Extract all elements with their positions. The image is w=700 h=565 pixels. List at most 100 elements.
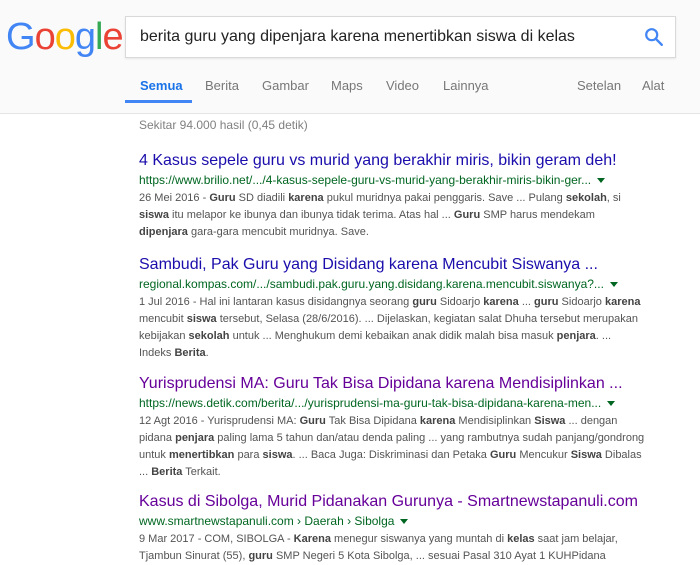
result-title-link[interactable]: Yurisprudensi MA: Guru Tak Bisa Dipidana… — [139, 374, 699, 393]
snippet-keyword: sekolah — [188, 330, 230, 342]
snippet-line: Indeks Berita. — [139, 345, 699, 362]
snippet-text: Terkait. — [182, 466, 221, 478]
snippet-text: itu melapor ke ibunya dan ibunya tidak t… — [168, 209, 454, 221]
snippet-text: . ... Baca Juga: Diskriminasi dan Petaka — [292, 449, 490, 461]
result-snippet: 9 Mar 2017 - COM, SIBOLGA - Karena meneg… — [139, 531, 699, 565]
snippet-text: para — [234, 449, 263, 461]
snippet-text: tersebut, Selasa (28/6/2016). ... Dijela… — [216, 313, 638, 325]
snippet-keyword: Guru — [209, 192, 236, 204]
snippet-line: 26 Mei 2016 - Guru SD diadili karena puk… — [139, 190, 699, 207]
search-icon[interactable] — [643, 26, 665, 48]
snippet-text: Sidoarjo — [436, 296, 484, 308]
snippet-text: , si — [606, 192, 621, 204]
snippet-keyword: kelas — [507, 533, 535, 545]
snippet-keyword: Guru — [299, 415, 326, 427]
caret-down-icon[interactable] — [400, 519, 409, 525]
snippet-line: 9 Mar 2017 - COM, SIBOLGA - Karena meneg… — [139, 531, 699, 548]
search-input[interactable] — [140, 17, 620, 57]
snippet-keyword: guru — [248, 550, 273, 562]
tab-more[interactable]: Lainnya — [443, 75, 489, 113]
snippet-keyword: Siswa — [534, 415, 566, 427]
result-snippet: 1 Jul 2016 - Hal ini lantaran kasus disi… — [139, 294, 699, 362]
snippet-text: ... — [139, 466, 152, 478]
snippet-text: . — [205, 347, 209, 359]
snippet-text: paling lama 5 tahun dan/atau denda palin… — [214, 432, 645, 444]
logo-letter: o — [34, 16, 56, 58]
snippet-text: untuk — [139, 449, 169, 461]
snippet-line: dipenjara gara-gara mencubit muridnya. S… — [139, 224, 699, 241]
snippet-text: SMP Negeri 5 Kota Sibolga, ... sesuai Pa… — [272, 550, 606, 562]
snippet-keyword: penjara — [175, 432, 215, 444]
snippet-keyword: dipenjara — [139, 226, 188, 238]
snippet-text: mencubit — [139, 313, 187, 325]
snippet-line: Tjambun Sinurat (55), guru SMP Negeri 5 … — [139, 548, 699, 565]
logo-letter: o — [54, 16, 76, 58]
snippet-line: mencubit siswa tersebut, Selasa (28/6/20… — [139, 311, 699, 328]
snippet-keyword: Berita — [174, 347, 206, 359]
snippet-keyword: guru — [534, 296, 559, 308]
result-url: www.smartnewstapanuli.com › Daerah › Sib… — [139, 514, 699, 529]
snippet-text: . ... — [595, 330, 612, 342]
result-url: regional.kompas.com/.../sambudi.pak.guru… — [139, 277, 699, 292]
snippet-text: menegur siswanya yang muntah di — [330, 533, 508, 545]
result-stats: Sekitar 94.000 hasil (0,45 detik) — [139, 118, 308, 132]
search-box — [125, 16, 676, 58]
search-tabs: Semua Berita Gambar Maps Video Lainnya S… — [0, 75, 700, 113]
snippet-text: SD diadili — [235, 192, 289, 204]
snippet-text: 9 Mar 2017 - COM, SIBOLGA - — [139, 533, 294, 545]
search-header: Google Semua Berita Gambar Maps Video La… — [0, 0, 700, 114]
search-result: Sambudi, Pak Guru yang Disidang karena M… — [139, 255, 699, 362]
snippet-text: 12 Agt 2016 - Yurisprudensi MA: — [139, 415, 300, 427]
caret-down-icon[interactable] — [597, 178, 606, 184]
active-tab-indicator — [125, 100, 192, 103]
result-url: https://www.brilio.net/.../4-kasus-sepel… — [139, 173, 699, 188]
snippet-text: 26 Mei 2016 - — [139, 192, 210, 204]
snippet-text: untuk ... Menghukum demi kebaikan anak d… — [229, 330, 557, 342]
snippet-keyword: sekolah — [565, 192, 607, 204]
snippet-keyword: menertibkan — [168, 449, 235, 461]
tab-news[interactable]: Berita — [205, 75, 239, 113]
snippet-text: pidana — [139, 432, 176, 444]
snippet-line: untuk menertibkan para siswa. ... Baca J… — [139, 447, 699, 464]
tab-video[interactable]: Video — [386, 75, 419, 113]
snippet-text: Sidoarjo — [558, 296, 605, 308]
tab-images[interactable]: Gambar — [262, 75, 309, 113]
result-url-text: https://news.detik.com/berita/.../yurisp… — [139, 396, 602, 410]
snippet-text: pukul muridnya pakai penggaris. Save ...… — [323, 192, 566, 204]
snippet-text: 1 Jul 2016 - Hal ini lantaran kasus disi… — [139, 296, 413, 308]
result-url-text: regional.kompas.com/.../sambudi.pak.guru… — [139, 277, 604, 291]
caret-down-icon[interactable] — [607, 401, 616, 407]
tab-maps[interactable]: Maps — [331, 75, 363, 113]
snippet-text: Mendisiplinkan — [455, 415, 535, 427]
snippet-keyword: karena — [483, 296, 519, 308]
caret-down-icon[interactable] — [609, 282, 618, 288]
snippet-text: saat jam belajar, — [534, 533, 618, 545]
snippet-keyword: penjara — [556, 330, 596, 342]
snippet-keyword: Karena — [293, 533, 331, 545]
snippet-line: 1 Jul 2016 - Hal ini lantaran kasus disi… — [139, 294, 699, 311]
snippet-text: ... — [518, 296, 535, 308]
snippet-text: kebijakan — [139, 330, 189, 342]
snippet-text: Tak Bisa Dipidana — [325, 415, 420, 427]
snippet-keyword: guru — [412, 296, 437, 308]
google-logo[interactable]: Google — [6, 14, 124, 60]
snippet-line: 12 Agt 2016 - Yurisprudensi MA: Guru Tak… — [139, 413, 699, 430]
snippet-keyword: karena — [604, 296, 641, 308]
result-url-text: www.smartnewstapanuli.com › Daerah › Sib… — [139, 514, 395, 528]
result-title-link[interactable]: Sambudi, Pak Guru yang Disidang karena M… — [139, 255, 699, 274]
snippet-line: siswa itu melapor ke ibunya dan ibunya t… — [139, 207, 699, 224]
result-title-link[interactable]: Kasus di Sibolga, Murid Pidanakan Guruny… — [139, 492, 699, 511]
snippet-text: Indeks — [139, 347, 175, 359]
snippet-line: pidana penjara paling lama 5 tahun dan/a… — [139, 430, 699, 447]
snippet-keyword: karena — [288, 192, 324, 204]
tab-settings[interactable]: Setelan — [577, 75, 621, 113]
snippet-text: gara-gara mencubit muridnya. Save. — [187, 226, 369, 238]
snippet-keyword: Berita — [151, 466, 183, 478]
snippet-keyword: Guru — [453, 209, 481, 221]
snippet-line: kebijakan sekolah untuk ... Menghukum de… — [139, 328, 699, 345]
snippet-text: SMP harus mendekam — [480, 209, 595, 221]
tab-all[interactable]: Semua — [140, 75, 183, 113]
result-title-link[interactable]: 4 Kasus sepele guru vs murid yang berakh… — [139, 151, 699, 170]
logo-letter: G — [6, 16, 36, 58]
tab-tools[interactable]: Alat — [642, 75, 664, 113]
